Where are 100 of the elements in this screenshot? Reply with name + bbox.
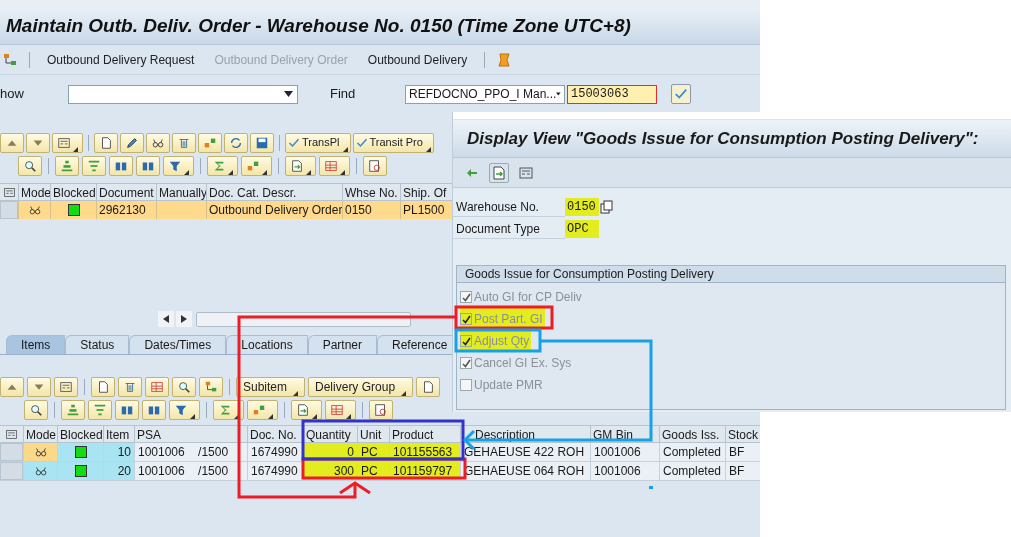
checkmark-icon bbox=[461, 292, 471, 302]
column-header[interactable]: Mode bbox=[18, 184, 50, 200]
toolbar-button[interactable] bbox=[285, 156, 316, 176]
toolbar-button[interactable] bbox=[172, 377, 196, 397]
left-arrow-icon bbox=[163, 315, 169, 323]
toolbar-button[interactable] bbox=[363, 156, 387, 176]
caret-icon bbox=[342, 146, 348, 152]
toolbar-button[interactable] bbox=[319, 156, 350, 176]
menu-item[interactable]: Outbound Delivery Request bbox=[41, 50, 201, 69]
toolbar-button[interactable]: Transit Pro bbox=[352, 132, 434, 153]
toolbar-button[interactable] bbox=[52, 132, 83, 153]
toolbar-button[interactable]: Delivery Group bbox=[308, 377, 414, 397]
column-header[interactable]: Whse No. bbox=[342, 184, 400, 200]
column-header[interactable]: Item bbox=[103, 426, 134, 442]
sort-icon bbox=[87, 159, 101, 173]
toolbar-button[interactable] bbox=[163, 156, 194, 176]
toolbar-button[interactable] bbox=[146, 132, 170, 153]
toolbar-button[interactable] bbox=[0, 132, 24, 153]
toolbar-button[interactable] bbox=[250, 132, 274, 153]
toolbar-button[interactable] bbox=[172, 132, 196, 153]
table-cell-text: Completed bbox=[663, 463, 722, 480]
toolbar-button[interactable] bbox=[489, 162, 509, 183]
execute-button[interactable] bbox=[671, 84, 691, 104]
toolbar-button[interactable] bbox=[198, 132, 222, 153]
tab[interactable]: Status bbox=[65, 335, 130, 354]
table-row[interactable]: 2962130 Outbound Delivery Order 0150 PL1500 bbox=[0, 201, 452, 219]
scroll-left-button[interactable] bbox=[158, 311, 174, 327]
scroll-right-button[interactable] bbox=[176, 311, 192, 327]
toolbar-button[interactable] bbox=[118, 377, 142, 397]
column-header[interactable]: Stock bbox=[725, 426, 760, 442]
table-cell-text: GEHAEUSE 064 ROH bbox=[464, 463, 585, 480]
status-square-icon bbox=[67, 204, 80, 216]
column-header[interactable]: Description bbox=[460, 426, 590, 442]
column-header[interactable]: Document bbox=[96, 184, 156, 200]
column-header[interactable]: Doc. Cat. Descr. bbox=[206, 184, 342, 200]
toolbar-button[interactable] bbox=[416, 377, 441, 397]
tab[interactable]: Dates/Times bbox=[129, 335, 227, 354]
pencil-icon bbox=[125, 135, 139, 150]
table-cell-text: BF bbox=[729, 444, 745, 461]
column-header[interactable]: Quantity bbox=[303, 426, 357, 442]
caret-icon bbox=[268, 414, 273, 419]
tab[interactable]: Items bbox=[6, 335, 66, 354]
find-field[interactable]: 15003063 bbox=[567, 84, 657, 104]
toolbar-button[interactable] bbox=[136, 156, 160, 176]
table-cell-text: Outbound Delivery Order bbox=[209, 202, 342, 219]
table-cell-text: 101159797 bbox=[393, 463, 453, 480]
toolbar-button[interactable] bbox=[91, 377, 115, 397]
checkbox-label: Post Part. GI bbox=[474, 312, 543, 326]
toolbar-button[interactable] bbox=[24, 400, 48, 420]
toolbar-button[interactable] bbox=[26, 132, 50, 153]
toolbar-button[interactable] bbox=[115, 400, 139, 420]
column-header[interactable]: Unit bbox=[357, 426, 389, 442]
toolbar-button[interactable] bbox=[169, 400, 200, 420]
copy-icon[interactable] bbox=[600, 200, 613, 214]
column-header[interactable]: GM Bin bbox=[590, 426, 659, 442]
toolbar-button[interactable]: Subitem bbox=[236, 377, 306, 397]
column-header[interactable]: Blocked bbox=[57, 426, 103, 442]
table-cell-text: PL1500 bbox=[403, 202, 445, 219]
find-dropdown[interactable]: REFDOCNO_PPO_I Man... bbox=[405, 84, 565, 104]
zoom-icon bbox=[23, 159, 37, 173]
toolbar-button[interactable] bbox=[120, 132, 144, 153]
hierarchy-icon bbox=[204, 380, 218, 394]
toolbar-button[interactable] bbox=[142, 400, 166, 420]
toolbar-button[interactable] bbox=[54, 377, 78, 397]
toolbar-button[interactable] bbox=[291, 400, 322, 420]
toolbar-button[interactable]: TransPl bbox=[285, 132, 351, 153]
toolbar-button[interactable] bbox=[109, 156, 133, 176]
toolbar-button[interactable] bbox=[82, 156, 106, 176]
toolbar-button[interactable] bbox=[55, 156, 79, 176]
menu-item[interactable]: Outbound Delivery bbox=[361, 50, 474, 69]
column-header[interactable]: Blocked bbox=[50, 184, 96, 200]
column-header[interactable]: Doc. No. bbox=[247, 426, 303, 442]
column-header[interactable]: Product bbox=[389, 426, 460, 442]
toolbar-button[interactable] bbox=[94, 132, 118, 153]
column-header[interactable]: Goods Iss. bbox=[659, 426, 725, 442]
toolbar-button[interactable] bbox=[27, 377, 51, 397]
tab[interactable]: Locations bbox=[226, 335, 308, 354]
toolbar-button[interactable] bbox=[145, 377, 169, 397]
show-dropdown[interactable] bbox=[68, 84, 298, 104]
toolbar-button[interactable] bbox=[61, 400, 85, 420]
table-cell-text: GEHAEUSE 422 ROH bbox=[464, 444, 585, 461]
toolbar-button[interactable] bbox=[247, 400, 278, 420]
toolbar-button[interactable] bbox=[241, 156, 272, 176]
toolbar-button[interactable] bbox=[369, 400, 393, 420]
sort-icon bbox=[93, 403, 107, 417]
page-icon bbox=[99, 135, 113, 150]
toolbar-button[interactable] bbox=[224, 132, 248, 153]
toolbar-button[interactable] bbox=[0, 377, 24, 397]
caret-icon bbox=[234, 414, 239, 419]
toolbar-button[interactable] bbox=[199, 377, 223, 397]
table-cell-text: 1674990 bbox=[251, 444, 298, 461]
column-header[interactable]: Mode bbox=[23, 426, 57, 442]
toolbar-button[interactable] bbox=[18, 156, 42, 176]
toolbar-button[interactable] bbox=[213, 400, 244, 420]
toolbar-button[interactable] bbox=[207, 156, 238, 176]
caret-icon bbox=[190, 414, 195, 419]
column-header[interactable]: PSA bbox=[134, 426, 247, 442]
tab[interactable]: Partner bbox=[307, 335, 377, 354]
toolbar-button[interactable] bbox=[88, 400, 112, 420]
toolbar-button[interactable] bbox=[325, 400, 356, 420]
